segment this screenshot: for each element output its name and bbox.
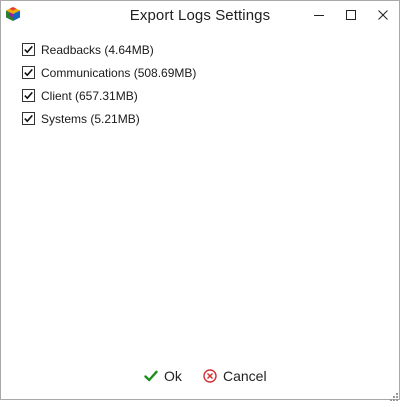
resize-grip-icon[interactable] <box>389 389 399 401</box>
option-client[interactable]: Client (657.31MB) <box>22 84 196 107</box>
close-button[interactable] <box>367 1 399 29</box>
communications-checkbox[interactable] <box>22 66 35 79</box>
ok-button[interactable]: Ok <box>144 366 182 386</box>
minimize-button[interactable] <box>303 1 335 29</box>
client-checkbox[interactable] <box>22 89 35 102</box>
maximize-icon <box>346 10 356 20</box>
close-icon <box>378 10 388 20</box>
readbacks-label: Readbacks (4.64MB) <box>41 42 154 57</box>
client-label: Client (657.31MB) <box>41 88 138 103</box>
cancel-label: Cancel <box>223 368 267 384</box>
title-bar[interactable]: Export Logs Settings <box>1 1 399 32</box>
option-readbacks[interactable]: Readbacks (4.64MB) <box>22 38 196 61</box>
log-options-list: Readbacks (4.64MB) Communications (508.6… <box>22 38 196 130</box>
systems-label: Systems (5.21MB) <box>41 111 140 126</box>
maximize-button[interactable] <box>335 1 367 29</box>
cancel-button[interactable]: Cancel <box>203 366 267 386</box>
systems-checkbox[interactable] <box>22 112 35 125</box>
option-systems[interactable]: Systems (5.21MB) <box>22 107 196 130</box>
readbacks-checkbox[interactable] <box>22 43 35 56</box>
communications-label: Communications (508.69MB) <box>41 65 197 80</box>
cancel-circle-icon <box>203 369 217 383</box>
checkmark-icon <box>144 369 158 383</box>
export-logs-window: Export Logs Settings Readbacks (4.64MB) <box>0 0 400 401</box>
option-communications[interactable]: Communications (508.69MB) <box>22 61 196 84</box>
minimize-icon <box>314 10 324 20</box>
ok-label: Ok <box>164 368 182 384</box>
